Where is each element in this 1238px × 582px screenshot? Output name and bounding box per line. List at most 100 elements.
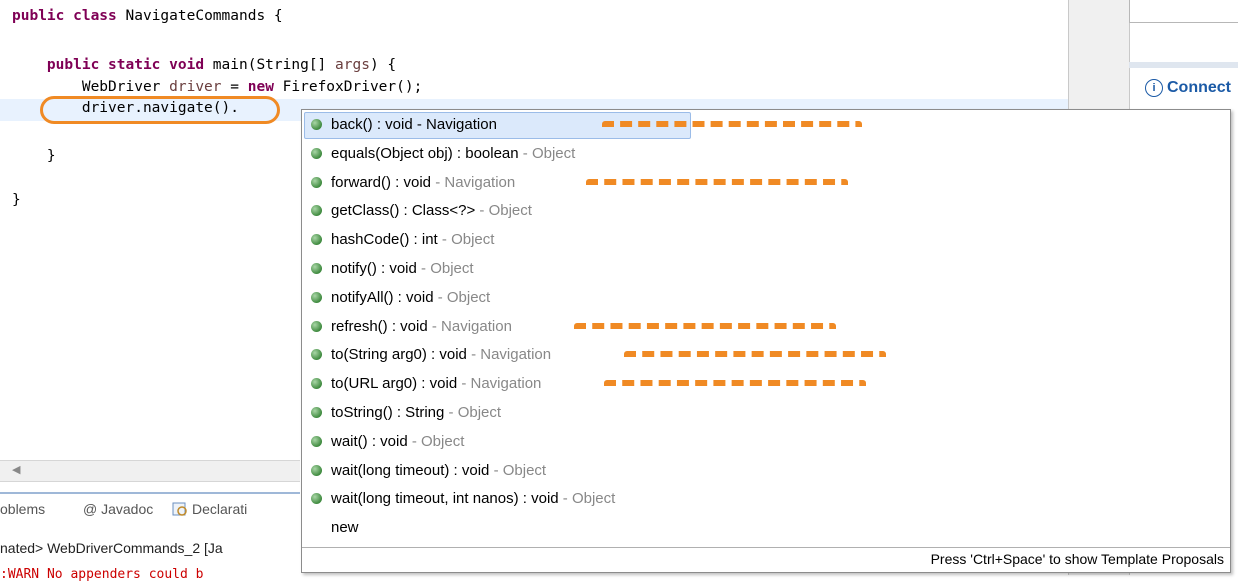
scroll-left-icon[interactable]: ◀: [12, 463, 20, 476]
annotation-dash-marker: [586, 178, 848, 195]
proposal-label: notifyAll() : void - Object: [331, 283, 490, 312]
tab-declaration[interactable]: Declarati: [192, 501, 247, 517]
proposal-owner: - Navigation: [427, 317, 512, 335]
proposal-item[interactable]: hashCode() : int - Object: [302, 225, 1230, 254]
proposal-label: to(URL arg0) : void - Navigation: [331, 369, 541, 398]
code-token: WebDriver: [12, 79, 170, 95]
annotation-dash-marker: [604, 380, 866, 396]
proposal-label: refresh() : void - Navigation: [331, 312, 512, 341]
proposal-item[interactable]: wait(long timeout, int nanos) : void - O…: [302, 484, 1230, 513]
public-method-icon: [311, 176, 322, 188]
right-panel-input[interactable]: [1129, 0, 1238, 23]
proposal-signature: getClass() : Class<?>: [331, 202, 476, 220]
code-token: ) {: [369, 57, 397, 73]
popup-footer: Press 'Ctrl+Space' to show Template Prop…: [302, 547, 1230, 572]
proposal-label: wait(long timeout) : void - Object: [331, 456, 546, 485]
proposal-list[interactable]: back() : void - Navigation equals(Object …: [302, 110, 1230, 545]
proposal-label: equals(Object obj) : boolean - Object: [331, 139, 575, 168]
code-line[interactable]: public class NavigateCommands {: [12, 8, 283, 24]
proposal-signature: new: [331, 519, 359, 537]
proposal-label: to(String arg0) : void - Navigation: [331, 340, 551, 369]
proposal-signature: forward() : void: [331, 173, 432, 191]
connect-link[interactable]: i Connect: [1145, 79, 1231, 97]
annotation-dash-marker: [624, 351, 886, 367]
proposal-label: wait() : void - Object: [331, 427, 464, 456]
public-method-icon: [311, 147, 322, 159]
console-status: nated> WebDriverCommands_2 [Ja: [0, 540, 223, 556]
proposal-owner: - Navigation: [412, 116, 497, 133]
proposal-label: toString() : String - Object: [331, 398, 501, 427]
proposal-item[interactable]: wait(long timeout) : void - Object: [302, 456, 1230, 485]
proposal-label: forward() : void - Navigation: [331, 168, 515, 197]
proposal-item[interactable]: notifyAll() : void - Object: [302, 283, 1230, 312]
proposal-item[interactable]: notify() : void - Object: [302, 254, 1230, 283]
annotation-dash-marker: [602, 121, 862, 137]
proposal-owner: - Object: [518, 144, 576, 162]
proposal-item[interactable]: to(URL arg0) : void - Navigation: [302, 369, 1230, 398]
public-method-icon: [311, 407, 322, 418]
code-line[interactable]: WebDriver driver = new FirefoxDriver();: [12, 79, 423, 95]
proposal-label: notify() : void - Object: [331, 254, 474, 283]
connect-label: Connect: [1167, 79, 1231, 97]
proposal-owner: - Object: [407, 432, 465, 450]
proposal-item[interactable]: wait() : void - Object: [302, 427, 1230, 456]
bottom-view-tabs: oblems @ Javadoc Declarati: [0, 492, 300, 524]
public-method-icon: [311, 378, 322, 390]
public-method-icon: [311, 234, 322, 246]
proposal-item[interactable]: back() : void - Navigation: [302, 110, 1230, 139]
proposal-item[interactable]: toString() : String - Object: [302, 398, 1230, 427]
proposal-signature: wait(long timeout, int nanos) : void: [331, 490, 559, 508]
content-assist-popup[interactable]: back() : void - Navigation equals(Object …: [301, 109, 1231, 573]
proposal-label: new: [331, 513, 359, 542]
proposal-signature: back() : void: [331, 116, 413, 133]
code-token: args: [335, 57, 370, 73]
info-icon: i: [1145, 79, 1163, 97]
public-method-icon: [311, 464, 322, 476]
code-token: }: [12, 148, 56, 164]
code-token: FirefoxDriver();: [282, 79, 423, 95]
public-method-icon: [311, 320, 322, 332]
code-token: new: [247, 79, 283, 95]
proposal-item[interactable]: getClass() : Class<?> - Object: [302, 196, 1230, 225]
proposal-item[interactable]: equals(Object obj) : boolean - Object: [302, 139, 1230, 168]
horizontal-scrollbar[interactable]: ◀: [0, 460, 300, 482]
proposal-signature: notifyAll() : void: [331, 288, 434, 306]
proposal-signature: notify() : void: [331, 260, 417, 277]
tab-javadoc[interactable]: @ Javadoc: [83, 501, 153, 517]
proposal-signature: equals(Object obj) : boolean: [331, 144, 519, 162]
right-panel-divider: [1129, 62, 1238, 68]
code-token: =: [221, 79, 248, 95]
annotation-oval: [40, 96, 280, 124]
proposal-item[interactable]: new: [302, 513, 1230, 542]
public-method-icon: [311, 349, 322, 361]
proposal-label: back() : void - Navigation: [331, 110, 497, 139]
proposal-owner: - Navigation: [457, 375, 542, 393]
proposal-item[interactable]: to(String arg0) : void - Navigation: [302, 340, 1230, 369]
tab-problems[interactable]: oblems: [0, 501, 45, 517]
proposal-owner: - Navigation: [431, 173, 516, 191]
proposal-owner: - Object: [475, 202, 532, 220]
annotation-dash-marker: [574, 322, 836, 339]
proposal-owner: - Object: [437, 231, 495, 249]
declaration-icon: [172, 501, 188, 520]
code-line[interactable]: }: [12, 148, 56, 164]
proposal-signature: hashCode() : int: [331, 231, 438, 249]
proposal-signature: refresh() : void: [331, 317, 428, 335]
code-token: }: [12, 192, 21, 208]
template-proposals-hint: Press 'Ctrl+Space' to show Template Prop…: [930, 551, 1224, 567]
proposal-owner: - Navigation: [466, 346, 552, 364]
code-token: main(String[]: [212, 57, 336, 73]
code-token: NavigateCommands {: [125, 8, 283, 24]
proposal-signature: to(URL arg0) : void: [331, 375, 458, 393]
proposal-owner: - Object: [433, 288, 491, 306]
proposal-item[interactable]: forward() : void - Navigation: [302, 168, 1230, 197]
public-method-icon: [311, 205, 322, 217]
proposal-signature: wait() : void: [331, 432, 408, 450]
proposal-owner: - Object: [444, 404, 502, 421]
public-method-icon: [311, 435, 322, 447]
code-line[interactable]: }: [12, 192, 21, 208]
proposal-label: wait(long timeout, int nanos) : void - O…: [331, 484, 615, 513]
proposal-item[interactable]: refresh() : void - Navigation: [302, 312, 1230, 341]
code-line[interactable]: public static void main(String[] args) {: [12, 57, 396, 73]
proposal-signature: wait(long timeout) : void: [331, 461, 490, 479]
